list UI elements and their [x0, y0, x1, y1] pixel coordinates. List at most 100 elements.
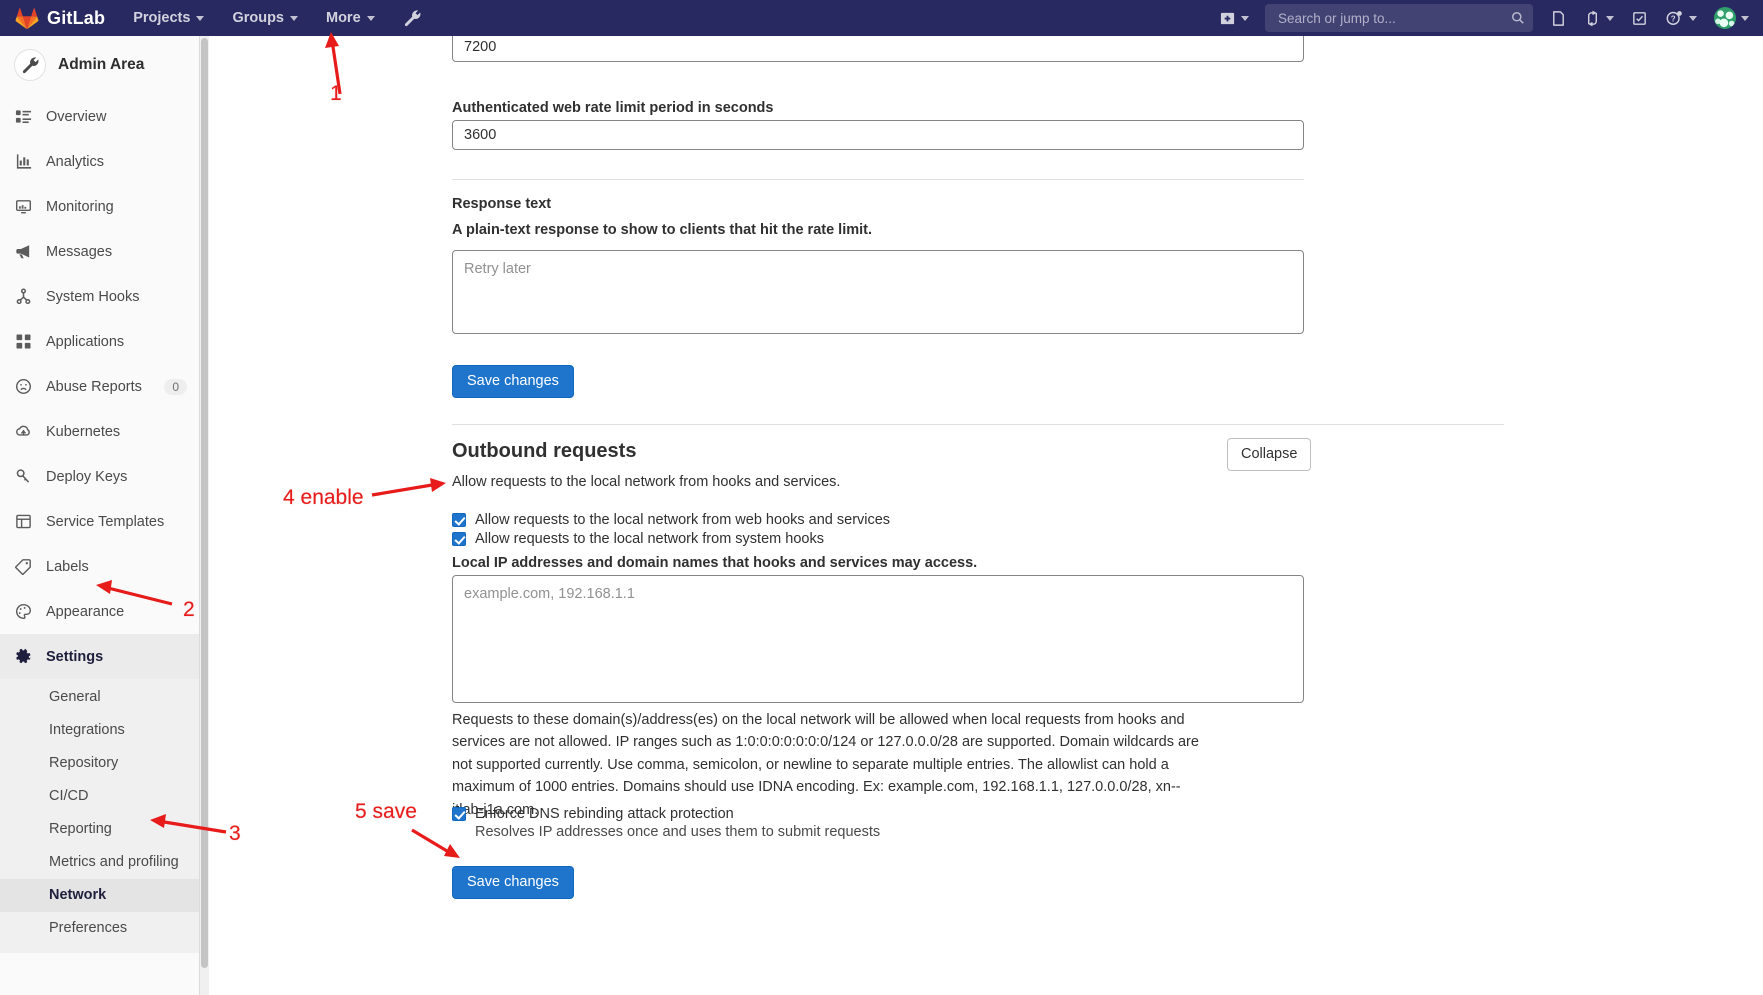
nav-groups-label: Groups	[232, 10, 284, 26]
sidebar-item-abuse-reports[interactable]: Abuse Reports 0	[0, 364, 199, 409]
plus-square-icon	[1220, 12, 1235, 24]
top-nav-right-group: ?	[1220, 4, 1763, 32]
sidebar-scrollbar[interactable]	[200, 36, 209, 995]
nav-more-label: More	[326, 10, 361, 26]
allow-system-hooks-checkbox[interactable]	[452, 532, 466, 546]
allow-system-hooks-checkbox-row[interactable]: Allow requests to the local network from…	[452, 530, 824, 549]
save-changes-button-outbound[interactable]: Save changes	[452, 866, 574, 900]
issues-button[interactable]	[1550, 10, 1567, 27]
unauthenticated-rate-limit-period-input[interactable]	[452, 36, 1304, 62]
search-input[interactable]	[1276, 9, 1511, 27]
save-changes-button-rate-limit[interactable]: Save changes	[452, 365, 574, 399]
merge-requests-icon	[1588, 10, 1597, 26]
top-navigation-bar: GitLab Projects Groups More Search or ju…	[0, 0, 1763, 36]
sidebar-item-monitoring[interactable]: Monitoring	[0, 184, 199, 229]
outbound-requests-heading: Outbound requests	[452, 440, 637, 462]
merge-requests-button[interactable]	[1584, 10, 1614, 27]
sidebar-header-admin-area[interactable]: Admin Area	[0, 36, 199, 94]
sidebar-subitem-reporting[interactable]: Reporting	[0, 813, 199, 846]
allowlist-textarea[interactable]	[452, 575, 1304, 703]
sidebar-item-overview[interactable]: Overview	[0, 94, 199, 139]
allow-web-hooks-checkbox[interactable]	[452, 513, 466, 527]
hook-icon	[14, 288, 32, 306]
response-text-title: Response text	[452, 196, 552, 212]
sidebar-item-deploy-keys[interactable]: Deploy Keys	[0, 454, 199, 499]
sidebar-subitem-repository[interactable]: Repository	[0, 747, 199, 780]
sidebar-subitem-preferences[interactable]: Preferences	[0, 912, 199, 945]
dns-rebinding-label[interactable]: Enforce DNS rebinding attack protection	[475, 805, 734, 824]
sidebar-title: Admin Area	[58, 56, 145, 73]
chevron-down-icon	[196, 15, 205, 21]
sidebar-item-messages[interactable]: Messages	[0, 229, 199, 274]
network-settings-form: Authenticated web rate limit period in s…	[209, 36, 1763, 995]
sidebar-subitem-cicd[interactable]: CI/CD	[0, 780, 199, 813]
settings-submenu: General Integrations Repository CI/CD Re…	[0, 679, 199, 953]
kubernetes-icon	[14, 423, 32, 441]
sidebar-subitem-general[interactable]: General	[0, 681, 199, 714]
key-icon	[14, 468, 32, 486]
label-icon	[14, 558, 32, 576]
new-item-button[interactable]	[1220, 11, 1249, 26]
allowlist-label: Local IP addresses and domain names that…	[452, 555, 978, 571]
section-divider-2	[452, 424, 1504, 425]
gitlab-brand-text: GitLab	[47, 7, 106, 28]
sidebar-subitem-metrics-and-profiling[interactable]: Metrics and profiling	[0, 846, 199, 879]
sidebar-item-label: Overview	[46, 108, 107, 125]
sidebar-item-kubernetes[interactable]: Kubernetes	[0, 409, 199, 454]
overview-icon	[14, 108, 32, 126]
sidebar-subitem-network[interactable]: Network	[0, 879, 199, 912]
sidebar-item-label: Appearance	[46, 603, 125, 620]
sidebar-subitem-integrations[interactable]: Integrations	[0, 714, 199, 747]
nav-more[interactable]: More	[326, 10, 375, 26]
sidebar-item-label: Kubernetes	[46, 423, 121, 440]
allow-web-hooks-checkbox-row[interactable]: Allow requests to the local network from…	[452, 511, 890, 530]
sidebar-item-label: System Hooks	[46, 288, 140, 305]
sidebar-item-label: Analytics	[46, 153, 105, 170]
chevron-down-icon	[366, 15, 375, 21]
todos-icon	[1633, 11, 1646, 25]
megaphone-icon	[14, 243, 32, 261]
sidebar-scrollbar-thumb[interactable]	[201, 38, 208, 968]
sidebar-item-label: Labels	[46, 558, 89, 575]
dns-rebinding-checkbox[interactable]	[452, 807, 466, 821]
authenticated-web-rate-limit-label: Authenticated web rate limit period in s…	[452, 100, 774, 116]
admin-area-button[interactable]	[403, 9, 422, 28]
search-icon	[1512, 12, 1524, 24]
todos-button[interactable]	[1631, 10, 1648, 27]
allow-web-hooks-label[interactable]: Allow requests to the local network from…	[475, 511, 890, 530]
response-text-description: A plain-text response to show to clients…	[452, 222, 873, 238]
sidebar-item-service-templates[interactable]: Service Templates	[0, 499, 199, 544]
sidebar-item-label: Abuse Reports	[46, 378, 142, 395]
gear-icon	[14, 648, 32, 666]
response-text-textarea[interactable]	[452, 250, 1304, 334]
sidebar-item-applications[interactable]: Applications	[0, 319, 199, 364]
sidebar-item-settings[interactable]: Settings	[0, 634, 199, 679]
applications-icon	[14, 333, 32, 351]
sidebar-item-label: Settings	[46, 648, 104, 665]
wrench-icon	[14, 49, 46, 81]
sidebar-item-labels[interactable]: Labels	[0, 544, 199, 589]
allow-system-hooks-label[interactable]: Allow requests to the local network from…	[475, 530, 824, 549]
authenticated-web-rate-limit-input[interactable]	[452, 120, 1304, 150]
section-divider-1	[452, 179, 1304, 180]
help-button[interactable]: ?	[1665, 9, 1697, 27]
gitlab-home-link[interactable]: GitLab	[14, 6, 105, 30]
nav-groups[interactable]: Groups	[232, 10, 298, 26]
nav-projects[interactable]: Projects	[133, 10, 205, 26]
sidebar-item-label: Messages	[46, 243, 113, 260]
palette-icon	[14, 603, 32, 621]
collapse-button[interactable]: Collapse	[1227, 438, 1312, 472]
global-search-box[interactable]	[1265, 4, 1533, 32]
outbound-requests-description: Allow requests to the local network from…	[452, 474, 841, 490]
sidebar-item-system-hooks[interactable]: System Hooks	[0, 274, 199, 319]
sidebar-item-analytics[interactable]: Analytics	[0, 139, 199, 184]
nav-projects-label: Projects	[133, 10, 191, 26]
monitor-icon	[14, 198, 32, 216]
user-menu-button[interactable]	[1714, 7, 1749, 29]
chevron-down-icon	[1689, 15, 1697, 21]
sidebar-item-appearance[interactable]: Appearance	[0, 589, 199, 634]
wrench-icon	[404, 9, 421, 26]
help-icon: ?	[1666, 11, 1682, 25]
dns-rebinding-checkbox-row[interactable]: Enforce DNS rebinding attack protection	[452, 805, 734, 824]
sidebar-item-label: Deploy Keys	[46, 468, 128, 485]
